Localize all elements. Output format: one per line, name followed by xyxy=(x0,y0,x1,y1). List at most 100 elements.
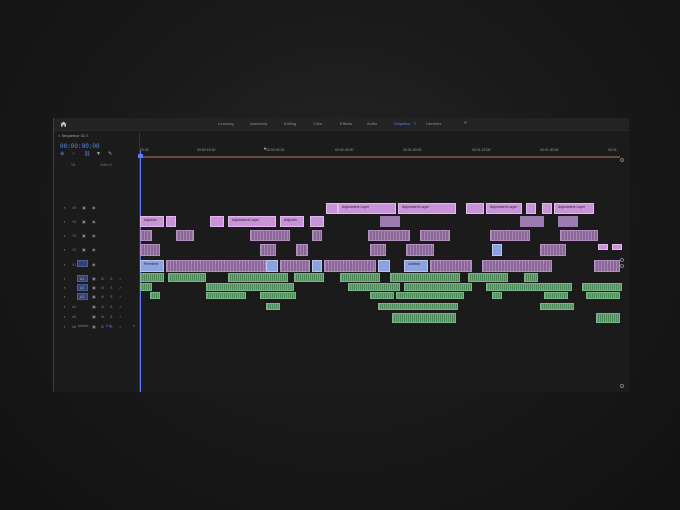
clip-video[interactable] xyxy=(140,230,152,241)
clip-video[interactable] xyxy=(324,260,376,272)
clip-adjustment[interactable]: Adjustment Layer xyxy=(338,203,396,214)
lock-icon[interactable]: ▪ xyxy=(64,286,68,290)
clip-adjustment[interactable]: Adjustm xyxy=(140,216,164,227)
wrench-icon[interactable]: ✎ xyxy=(108,152,113,157)
mute-button[interactable]: M xyxy=(101,286,104,290)
sync-lock-icon[interactable]: ▣ xyxy=(92,295,96,299)
clip-audio[interactable] xyxy=(486,283,572,291)
clip-audio[interactable] xyxy=(586,292,620,299)
clip-graphic[interactable]: Premiere xyxy=(140,260,164,272)
mic-icon[interactable]: ♪ xyxy=(119,277,123,281)
scroll-handle[interactable] xyxy=(620,158,624,162)
clip-graphic[interactable] xyxy=(312,260,322,272)
clip-audio[interactable] xyxy=(348,283,400,291)
time-ruler[interactable]: 00:00 00:00:15:00 00:00:30:00 00:00:45:0… xyxy=(140,146,622,160)
sequence-tab[interactable]: × Sequence 01 ≡ xyxy=(58,133,89,138)
lock-icon[interactable]: ▪ xyxy=(64,295,68,299)
clip-adjustment[interactable] xyxy=(466,203,484,214)
track-id[interactable]: A4 xyxy=(72,305,76,309)
clip-video[interactable] xyxy=(482,260,552,272)
home-icon[interactable] xyxy=(60,121,67,127)
lock-icon[interactable]: ▪ xyxy=(64,248,68,252)
track-id[interactable]: V1 xyxy=(72,263,76,267)
panel-menu-icon[interactable]: ≡ xyxy=(86,133,88,138)
clip-adjustment[interactable] xyxy=(612,244,622,250)
eye-icon[interactable]: ◉ xyxy=(92,234,96,238)
clip-video[interactable] xyxy=(594,260,620,272)
track-id[interactable]: V6 xyxy=(71,163,75,167)
lock-icon[interactable]: ▪ xyxy=(64,234,68,238)
track-id[interactable]: V2 xyxy=(72,248,76,252)
sync-lock-icon[interactable]: ▣ xyxy=(82,220,86,224)
clip-video[interactable] xyxy=(560,230,598,241)
tab-color[interactable]: Color xyxy=(313,121,323,126)
clip-audio[interactable] xyxy=(544,292,568,299)
lock-icon[interactable]: ▪ xyxy=(64,220,68,224)
clip-audio[interactable] xyxy=(370,292,394,299)
clip-audio[interactable] xyxy=(392,313,456,323)
clip-audio[interactable] xyxy=(206,292,246,299)
clip-audio[interactable] xyxy=(390,273,460,282)
clip-adjustment[interactable]: Adjustment Layer xyxy=(486,203,522,214)
clip-video[interactable] xyxy=(296,244,308,256)
lock-icon[interactable]: ▪ xyxy=(64,206,68,210)
playhead-handle[interactable] xyxy=(138,154,143,158)
sync-lock-icon[interactable]: ▣ xyxy=(92,305,96,309)
solo-button[interactable]: S xyxy=(110,315,112,319)
clip-adjustment[interactable]: Adjustment Layer xyxy=(228,216,276,227)
clip-video[interactable] xyxy=(140,244,160,256)
clip-adjustment[interactable] xyxy=(598,244,608,250)
playhead-timecode[interactable]: 00:00:00:00 xyxy=(60,143,100,150)
clip-audio[interactable] xyxy=(294,273,324,282)
track-id[interactable]: V4 xyxy=(72,220,76,224)
mic-icon[interactable]: ♪ xyxy=(119,286,123,290)
clip-video[interactable] xyxy=(406,244,434,256)
eye-icon[interactable]: ◉ xyxy=(92,263,96,267)
clip-audio[interactable] xyxy=(378,303,458,310)
clip-video[interactable] xyxy=(420,230,450,241)
tab-learning[interactable]: Learning xyxy=(218,121,234,126)
eye-icon[interactable]: ◉ xyxy=(92,206,96,210)
tab-menu-icon[interactable]: ≡ xyxy=(414,121,416,126)
sync-lock-icon[interactable]: ▣ xyxy=(82,206,86,210)
in-point-marker[interactable]: ▼ xyxy=(263,146,267,151)
mute-button[interactable]: M xyxy=(101,295,104,299)
tab-editing[interactable]: Editing xyxy=(284,121,296,126)
lock-icon[interactable]: ▪ xyxy=(64,277,68,281)
clip-audio[interactable] xyxy=(582,283,622,291)
track-id[interactable]: A1 xyxy=(80,277,84,281)
source-patch-v1[interactable] xyxy=(77,260,88,267)
track-id[interactable]: A3 xyxy=(80,295,84,299)
clip-adjustment[interactable] xyxy=(542,203,552,214)
clip-video[interactable] xyxy=(260,244,276,256)
tab-assembly[interactable]: Assembly xyxy=(250,121,267,126)
eye-icon[interactable]: ◉ xyxy=(92,248,96,252)
clip-video[interactable] xyxy=(380,216,400,227)
clip-audio[interactable] xyxy=(492,292,502,299)
clip-audio[interactable] xyxy=(150,292,160,299)
mic-icon[interactable]: ♪ xyxy=(119,315,123,319)
clip-video[interactable] xyxy=(368,230,410,241)
clip-audio[interactable] xyxy=(140,273,164,282)
clip-adjustment[interactable] xyxy=(526,203,536,214)
clip-adjustment[interactable] xyxy=(326,203,338,214)
clip-audio[interactable] xyxy=(266,303,280,310)
more-workspaces-button[interactable]: » xyxy=(464,120,467,126)
clip-audio[interactable] xyxy=(340,273,380,282)
clip-video[interactable] xyxy=(280,260,310,272)
clip-audio[interactable] xyxy=(540,303,574,310)
clip-audio[interactable] xyxy=(206,283,294,291)
solo-button[interactable]: S xyxy=(110,305,112,309)
master-volume[interactable]: 0.0 xyxy=(106,324,111,328)
work-area-bar[interactable] xyxy=(140,156,620,158)
clip-audio[interactable] xyxy=(260,292,296,299)
snap-icon[interactable]: ∩ xyxy=(72,152,77,157)
solo-button[interactable]: S xyxy=(110,295,112,299)
clip-video[interactable] xyxy=(166,260,266,272)
clip-video[interactable] xyxy=(176,230,194,241)
clip-video[interactable] xyxy=(490,230,530,241)
clip-adjustment[interactable]: Adjustm xyxy=(280,216,304,227)
lock-icon[interactable]: ▪ xyxy=(64,305,68,309)
sync-lock-icon[interactable]: ▣ xyxy=(82,248,86,252)
mic-icon[interactable]: ♪ xyxy=(119,305,123,309)
